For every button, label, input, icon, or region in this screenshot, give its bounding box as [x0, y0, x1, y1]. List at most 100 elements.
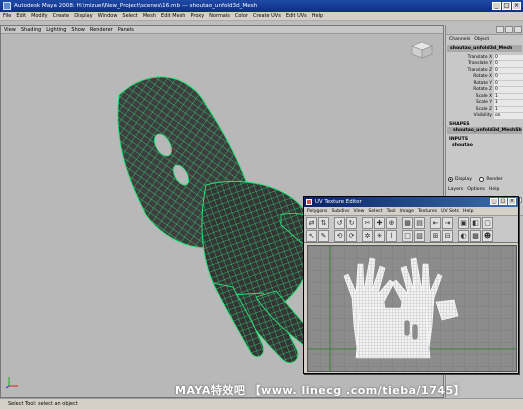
align-right-icon[interactable]: ⇥: [442, 217, 453, 229]
tab-object[interactable]: Object: [474, 37, 489, 42]
uv-menu-subdivs[interactable]: Subdivs: [331, 209, 349, 214]
menu-window[interactable]: Window: [98, 13, 118, 19]
cut-uv-icon[interactable]: ✂: [362, 217, 373, 229]
menu-normals[interactable]: Normals: [209, 13, 230, 19]
input-node[interactable]: shoutao: [446, 142, 523, 149]
uv-canvas[interactable]: [307, 245, 517, 372]
attr-value[interactable]: on: [494, 113, 523, 119]
uv-menu-help[interactable]: Help: [463, 209, 473, 214]
attr-row[interactable]: Visibility on: [446, 113, 523, 120]
tool-settings-icon[interactable]: [505, 26, 513, 33]
menu-mesh[interactable]: Mesh: [143, 13, 156, 19]
vp-menu-view[interactable]: View: [4, 27, 16, 33]
view-grid-icon[interactable]: ▣: [458, 217, 469, 229]
menu-edit[interactable]: Edit: [16, 13, 26, 19]
attr-row[interactable]: Scale X1: [446, 93, 523, 100]
uv-menu-polygons[interactable]: Polygons: [307, 209, 327, 214]
menu-select[interactable]: Select: [122, 13, 137, 19]
undo-icon[interactable]: ⟲: [334, 230, 345, 242]
attr-row[interactable]: Rotate X0: [446, 74, 523, 81]
isolate-icon[interactable]: ☻: [482, 230, 493, 242]
select-uv-icon[interactable]: ↖: [306, 230, 317, 242]
object-name[interactable]: shoutao_unfold3d_Mesh: [447, 45, 522, 52]
attribute-editor-icon[interactable]: [496, 26, 504, 33]
attr-value[interactable]: 0: [494, 67, 523, 73]
menu-display[interactable]: Display: [74, 13, 92, 19]
attr-value[interactable]: 0: [494, 61, 523, 67]
uv-close-button[interactable]: ×: [508, 198, 516, 205]
unfold-uv-icon[interactable]: ✲: [362, 230, 373, 242]
maximize-button[interactable]: □: [502, 2, 511, 10]
align-left-icon[interactable]: ⇤: [430, 217, 441, 229]
uv-menu-textures[interactable]: Textures: [418, 209, 437, 214]
uv-editor-titlebar[interactable]: UV Texture Editor _ □ ×: [304, 197, 518, 207]
channel-box-icon[interactable]: [514, 26, 522, 33]
uv-layout-graphic[interactable]: [308, 246, 517, 372]
attr-value[interactable]: 1: [494, 93, 523, 99]
layer-menu-options[interactable]: Options: [467, 187, 485, 192]
uv-maximize-button[interactable]: □: [499, 198, 507, 205]
image-display-icon[interactable]: ▢: [482, 217, 493, 229]
straighten-uv-icon[interactable]: ⌇: [386, 230, 397, 242]
layout-uv-icon[interactable]: ▦: [402, 217, 413, 229]
uv-menu-select[interactable]: Select: [368, 209, 382, 214]
render-layer-radio[interactable]: Render: [479, 177, 503, 182]
flip-u-icon[interactable]: ⇄: [306, 217, 317, 229]
menu-proxy[interactable]: Proxy: [190, 13, 204, 19]
sew-uv-icon[interactable]: ✚: [374, 217, 385, 229]
uv-minimize-button[interactable]: _: [490, 198, 498, 205]
tab-channels[interactable]: Channels: [449, 37, 470, 42]
attr-row[interactable]: Rotate Z0: [446, 87, 523, 94]
menu-edit-uvs[interactable]: Edit UVs: [286, 13, 307, 19]
flip-v-icon[interactable]: ⇅: [318, 217, 329, 229]
uv-menu-tool[interactable]: Tool: [387, 209, 396, 214]
snapshot-icon[interactable]: ⊞: [430, 230, 441, 242]
attr-value[interactable]: 1: [494, 106, 523, 112]
vp-menu-shading[interactable]: Shading: [21, 27, 41, 33]
attr-row[interactable]: Scale Y1: [446, 100, 523, 107]
attr-value[interactable]: 0: [494, 54, 523, 60]
menu-color[interactable]: Color: [235, 13, 248, 19]
uv-menu-image[interactable]: Image: [400, 209, 414, 214]
texture-border-icon[interactable]: ⊟: [442, 230, 453, 242]
relax-uv-icon[interactable]: ✳: [374, 230, 385, 242]
minimize-button[interactable]: _: [492, 2, 501, 10]
normalize-icon[interactable]: □: [402, 230, 413, 242]
paint-uv-icon[interactable]: ✎: [318, 230, 329, 242]
vp-menu-lighting[interactable]: Lighting: [46, 27, 66, 33]
close-button[interactable]: ×: [512, 2, 521, 10]
uv-menu-view[interactable]: View: [354, 209, 365, 214]
unitize-icon[interactable]: ▧: [414, 230, 425, 242]
attr-row[interactable]: Translate X0: [446, 54, 523, 61]
layer-menu-layers[interactable]: Layers: [448, 187, 463, 192]
dim-image-icon[interactable]: ◐: [458, 230, 469, 242]
grid-uv-icon[interactable]: ▤: [414, 217, 425, 229]
attr-row[interactable]: Rotate Y0: [446, 80, 523, 87]
vp-menu-panels[interactable]: Panels: [118, 27, 134, 33]
rotate-ccw-icon[interactable]: ↺: [334, 217, 345, 229]
menu-edit-mesh[interactable]: Edit Mesh: [161, 13, 185, 19]
checker-icon[interactable]: ▩: [470, 230, 481, 242]
display-layer-radio[interactable]: Display: [448, 177, 472, 182]
uv-menu-uv-sets[interactable]: UV Sets: [441, 209, 459, 214]
move-sew-icon[interactable]: ⊕: [386, 217, 397, 229]
vp-menu-renderer[interactable]: Renderer: [90, 27, 113, 33]
attr-row[interactable]: Scale Z1: [446, 106, 523, 113]
vp-menu-show[interactable]: Show: [71, 27, 85, 33]
attr-value[interactable]: 1: [494, 100, 523, 106]
uv-texture-editor-window[interactable]: UV Texture Editor _ □ × Polygons Subdivs…: [303, 196, 519, 374]
menu-help[interactable]: Help: [312, 13, 323, 19]
menu-create-uvs[interactable]: Create UVs: [253, 13, 281, 19]
shape-node[interactable]: shoutao_unfold3d_MeshSh: [447, 127, 522, 134]
rotate-cw-icon[interactable]: ↻: [346, 217, 357, 229]
redo-icon[interactable]: ⟳: [346, 230, 357, 242]
menu-modify[interactable]: Modify: [31, 13, 48, 19]
attr-row[interactable]: Translate Y0: [446, 61, 523, 68]
layer-menu-help[interactable]: Help: [489, 187, 499, 192]
shaded-uv-icon[interactable]: ◧: [470, 217, 481, 229]
menu-create[interactable]: Create: [53, 13, 70, 19]
menu-file[interactable]: File: [3, 13, 11, 19]
attr-value[interactable]: 0: [494, 74, 523, 80]
attr-row[interactable]: Translate Z0: [446, 67, 523, 74]
attr-value[interactable]: 0: [494, 80, 523, 86]
